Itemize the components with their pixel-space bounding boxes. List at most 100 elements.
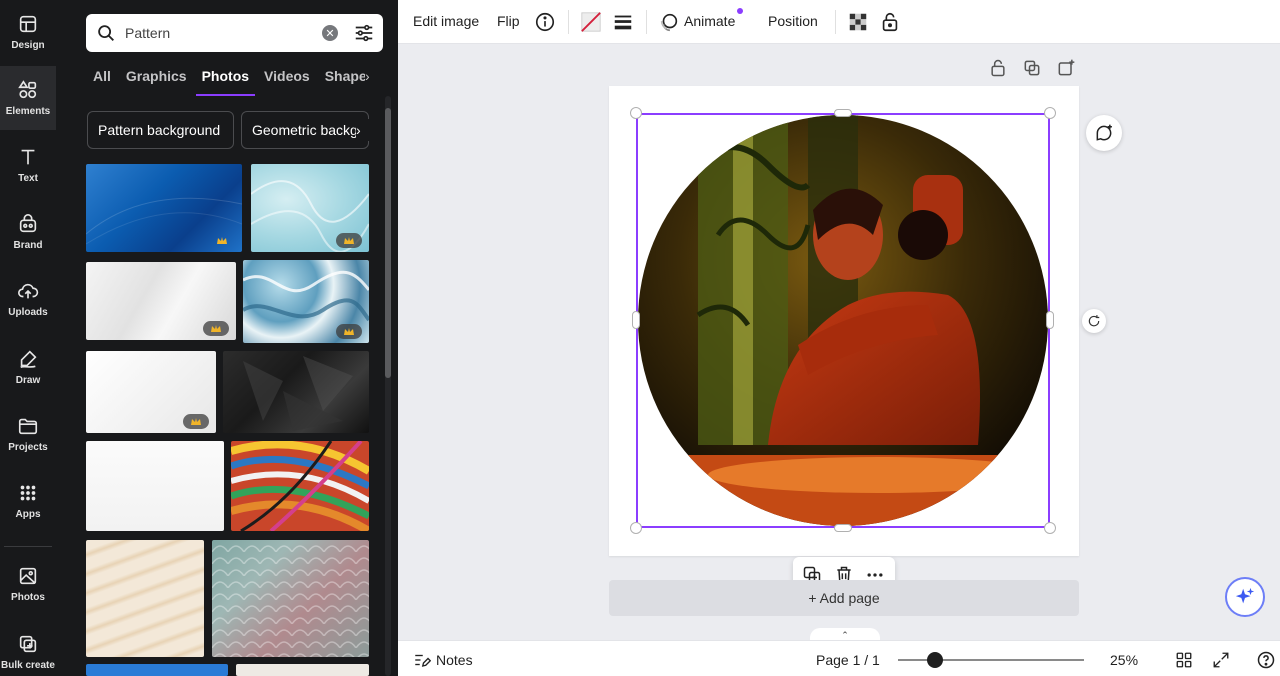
rail-item-design[interactable]: Design (0, 0, 56, 64)
scale-pattern-graphic (212, 540, 369, 657)
edit-image-button[interactable]: Edit image (413, 13, 479, 29)
rail-item-text[interactable]: Text (0, 133, 56, 197)
tab-photos[interactable]: Photos (195, 68, 256, 96)
add-page-label: + Add page (808, 590, 880, 606)
premium-crown-icon (183, 414, 209, 429)
chip-pattern-background[interactable]: Pattern background (87, 111, 234, 149)
notes-button[interactable]: Notes (436, 652, 473, 668)
rail-item-draw[interactable]: Draw (0, 335, 56, 399)
position-button[interactable]: Position (768, 13, 818, 29)
projects-icon (18, 418, 38, 435)
resize-handle-left[interactable] (632, 311, 640, 329)
chip-geometric-background[interactable]: Geometric background (241, 111, 369, 149)
photo-thumb[interactable] (86, 540, 204, 657)
tab-videos[interactable]: Videos (264, 68, 310, 96)
apps-icon (20, 485, 36, 501)
border-color-icon[interactable] (580, 11, 602, 33)
rail-item-elements[interactable]: Elements (0, 66, 56, 130)
tab-shapes[interactable]: Shapes (325, 68, 365, 96)
toolbar-divider (568, 10, 569, 34)
resize-handle-top-right[interactable] (1044, 107, 1056, 119)
toolbar-divider (835, 10, 836, 34)
lock-page-icon[interactable] (988, 58, 1008, 78)
resize-handle-top[interactable] (834, 109, 852, 117)
grid-view-icon[interactable] (1175, 651, 1193, 669)
panel-scrollbar[interactable] (385, 108, 391, 378)
rotate-button[interactable] (1082, 309, 1106, 333)
resize-handle-top-left[interactable] (630, 107, 642, 119)
photo-thumb[interactable] (86, 262, 236, 340)
rail-item-apps[interactable]: Apps (0, 469, 56, 533)
flip-button[interactable]: Flip (497, 13, 520, 29)
add-page-button[interactable]: + Add page (609, 580, 1079, 616)
selection-box (636, 113, 1050, 528)
photo-thumb[interactable] (243, 260, 369, 343)
rail-item-projects[interactable]: Projects (0, 402, 56, 466)
rail-label-elements: Elements (5, 106, 51, 117)
rail-item-photos[interactable]: Photos (0, 552, 56, 616)
zoom-slider-handle[interactable] (927, 652, 944, 668)
draw-icon (20, 350, 37, 369)
zoom-level[interactable]: 25% (1110, 652, 1138, 668)
magic-assistant-button[interactable] (1225, 577, 1265, 617)
resize-handle-bottom-right[interactable] (1044, 522, 1056, 534)
animate-button[interactable]: Animate (684, 13, 735, 29)
photo-thumb[interactable] (231, 441, 369, 531)
photo-thumb[interactable] (236, 664, 369, 676)
photo-thumb[interactable] (86, 351, 216, 433)
rail-item-bulk-create[interactable]: Bulk create (0, 620, 56, 676)
chips-next-chevron-icon[interactable]: › (356, 119, 370, 141)
photo-thumb[interactable] (86, 164, 242, 252)
comment-add-icon (1096, 124, 1112, 141)
comment-button[interactable] (1086, 115, 1122, 151)
top-toolbar: Edit image Flip Animate Position (398, 0, 1280, 44)
page-indicator[interactable]: Page 1 / 1 (816, 652, 880, 668)
lock-icon[interactable] (879, 11, 901, 33)
photo-thumb[interactable] (212, 540, 369, 657)
tab-all[interactable]: All (93, 68, 111, 96)
animate-icon[interactable] (658, 11, 680, 33)
premium-crown-icon (209, 233, 235, 248)
left-rail: Design Elements Text Brand Uploads Draw … (0, 0, 56, 676)
rail-label-bulk-create: Bulk create (1, 660, 55, 671)
premium-crown-icon (203, 321, 229, 336)
photo-thumb[interactable] (251, 164, 369, 252)
tab-graphics[interactable]: Graphics (126, 68, 187, 96)
rail-label-design: Design (11, 40, 45, 51)
design-icon (19, 15, 37, 33)
border-style-icon[interactable] (612, 11, 634, 33)
zoom-slider-track[interactable] (898, 659, 1084, 661)
uploads-icon (18, 283, 39, 299)
clear-search-icon[interactable]: ✕ (322, 25, 338, 41)
info-icon[interactable] (534, 11, 556, 33)
photo-thumb[interactable] (86, 664, 228, 676)
chip-label: Geometric background (252, 122, 368, 138)
photo-thumb[interactable] (86, 441, 224, 531)
brand-icon (19, 214, 37, 233)
new-feature-dot (737, 8, 743, 14)
tabs-next-chevron-icon[interactable]: › (365, 68, 370, 84)
search-input[interactable] (125, 25, 305, 41)
rail-item-brand[interactable]: Brand (0, 200, 56, 264)
fullscreen-icon[interactable] (1212, 651, 1230, 669)
rail-label-photos: Photos (11, 592, 45, 603)
premium-crown-icon (336, 324, 362, 339)
rail-label-draw: Draw (15, 375, 41, 386)
photo-thumb[interactable] (223, 351, 369, 433)
rail-label-projects: Projects (8, 442, 48, 453)
search-box: ✕ (86, 14, 383, 52)
resize-handle-right[interactable] (1046, 311, 1054, 329)
filter-icon[interactable] (353, 22, 375, 44)
rail-label-brand: Brand (13, 240, 43, 251)
rail-divider (4, 546, 52, 547)
resize-handle-bottom-left[interactable] (630, 522, 642, 534)
add-page-icon[interactable] (1056, 58, 1076, 78)
bulk-create-icon (19, 635, 37, 653)
duplicate-page-icon[interactable] (1022, 58, 1042, 78)
help-icon[interactable] (1256, 650, 1276, 670)
resize-handle-bottom[interactable] (834, 524, 852, 532)
notes-icon[interactable] (413, 651, 431, 669)
rail-item-uploads[interactable]: Uploads (0, 267, 56, 331)
rail-label-apps: Apps (15, 509, 41, 520)
transparency-icon[interactable] (847, 11, 869, 33)
